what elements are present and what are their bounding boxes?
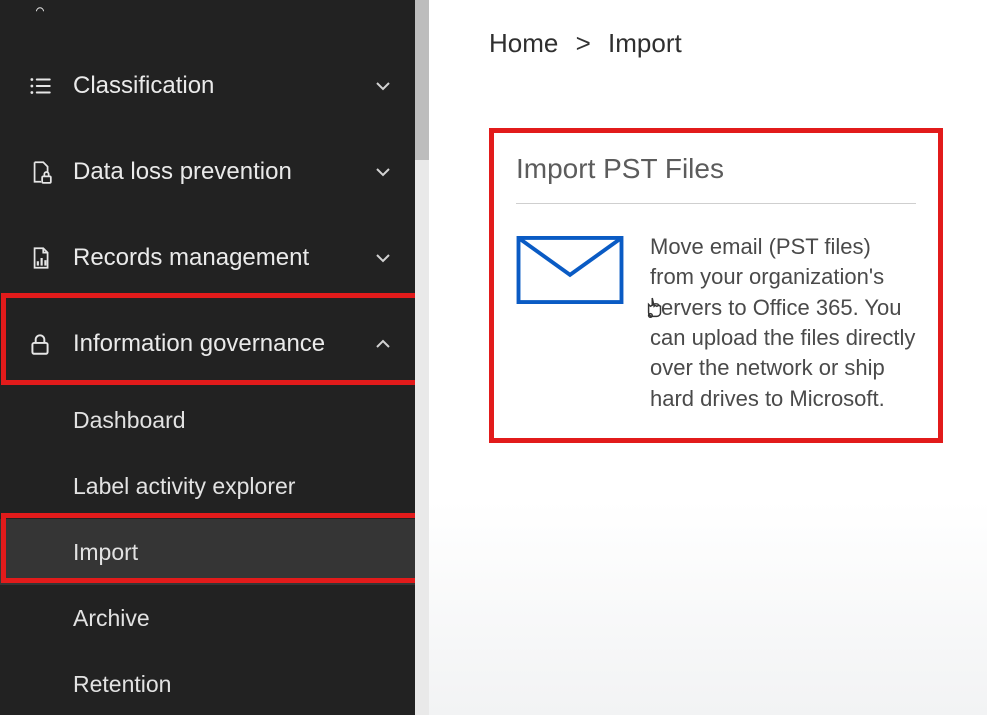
import-pst-card[interactable]: Import PST Files Move email (PST files) … xyxy=(489,128,943,443)
chevron-up-icon xyxy=(371,332,395,356)
sidebar-sub-label: Archive xyxy=(73,605,150,632)
sidebar-item-truncated[interactable] xyxy=(0,0,415,25)
sidebar: Classification Data loss prevention xyxy=(0,0,429,715)
sidebar-sub-label-activity-explorer[interactable]: Label activity explorer xyxy=(0,453,415,519)
sidebar-sub-import[interactable]: Import xyxy=(0,519,415,585)
sidebar-item-label: Classification xyxy=(73,72,371,100)
breadcrumb: Home > Import xyxy=(489,28,967,59)
sidebar-item-label: Information governance xyxy=(73,330,371,358)
chevron-down-icon xyxy=(371,246,395,270)
list-icon xyxy=(25,71,55,101)
file-lock-icon xyxy=(25,157,55,187)
sidebar-item-label: Data loss prevention xyxy=(73,158,371,186)
sidebar-item-records-management[interactable]: Records management xyxy=(0,215,415,301)
sidebar-item-classification[interactable]: Classification xyxy=(0,43,415,129)
content-pane: Home > Import Import PST Files Move emai… xyxy=(429,0,987,715)
chevron-down-icon xyxy=(371,74,395,98)
sidebar-sub-label: Import xyxy=(73,539,138,566)
envelope-icon xyxy=(516,232,628,304)
file-chart-icon xyxy=(25,243,55,273)
card-title: Import PST Files xyxy=(516,153,916,204)
sidebar-sub-archive[interactable]: Archive xyxy=(0,585,415,651)
sidebar-item-data-loss-prevention[interactable]: Data loss prevention xyxy=(0,129,415,215)
sidebar-sub-label: Dashboard xyxy=(73,407,186,434)
card-body-text: Move email (PST files) from your organiz… xyxy=(650,232,916,414)
sidebar-scrollbar[interactable] xyxy=(415,0,429,715)
unknown-icon xyxy=(25,0,55,28)
breadcrumb-home[interactable]: Home xyxy=(489,28,558,58)
sidebar-item-label: Records management xyxy=(73,244,371,272)
sidebar-sub-retention[interactable]: Retention xyxy=(0,651,415,715)
sidebar-sub-label: Retention xyxy=(73,671,171,698)
scrollbar-thumb[interactable] xyxy=(415,0,429,160)
sidebar-sub-dashboard[interactable]: Dashboard xyxy=(0,387,415,453)
chevron-down-icon xyxy=(371,160,395,184)
lock-icon xyxy=(25,329,55,359)
breadcrumb-current: Import xyxy=(608,28,682,58)
sidebar-item-information-governance[interactable]: Information governance xyxy=(0,301,415,387)
breadcrumb-separator: > xyxy=(576,28,591,58)
sidebar-sub-label: Label activity explorer xyxy=(73,473,295,500)
